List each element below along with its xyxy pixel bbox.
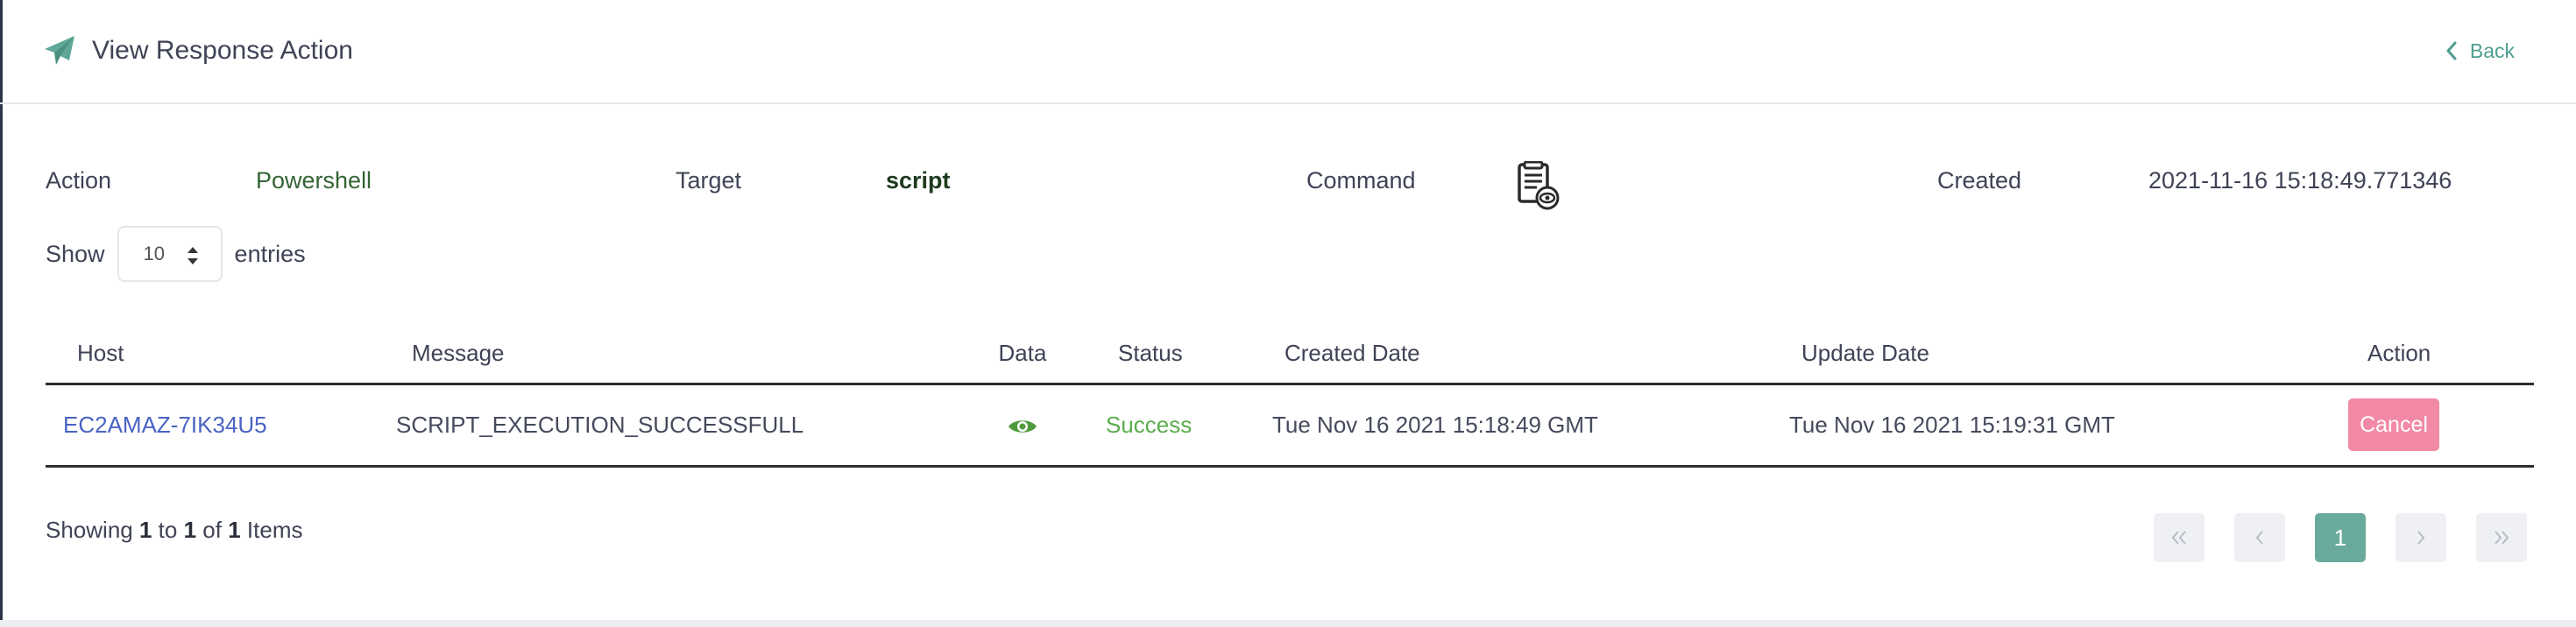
command-label: Command (1306, 167, 1416, 194)
entries-select[interactable]: 10 (117, 226, 223, 282)
message-cell: SCRIPT_EXECUTION_SUCCESSFULL (396, 384, 939, 468)
showing-prefix: Showing (46, 517, 133, 543)
page-1-button[interactable]: 1 (2315, 513, 2366, 562)
back-button[interactable]: Back (2445, 37, 2515, 65)
status-text: Success (1106, 411, 1192, 438)
chevron-left-icon (2446, 41, 2457, 60)
showing-from: 1 (138, 517, 152, 543)
action-info-row: Action Powershell Target script Command … (0, 165, 2576, 200)
showing-to-word: to (158, 517, 178, 543)
eye-icon[interactable] (1008, 417, 1037, 436)
host-cell: EC2AMAZ-7IK34U5 (46, 384, 396, 468)
paper-plane-icon (45, 36, 74, 65)
chevron-right-icon (2417, 531, 2425, 545)
action-value: Powershell (256, 167, 372, 194)
column-header-status[interactable]: Status (1106, 324, 1272, 385)
response-table: Host Message Data Status Created Date Up… (46, 324, 2534, 468)
status-cell: Success (1106, 384, 1272, 468)
cancel-button[interactable]: Cancel (2348, 398, 2439, 451)
column-header-update-date[interactable]: Update Date (1789, 324, 2306, 385)
action-cell: Cancel (2306, 384, 2534, 468)
created-label: Created (1937, 167, 2022, 194)
page-header: View Response Action Back (0, 0, 2576, 104)
target-label: Target (676, 167, 742, 194)
sort-arrows-icon (187, 247, 198, 264)
showing-to: 1 (183, 517, 197, 543)
action-label: Action (46, 167, 112, 194)
previous-page-button[interactable] (2234, 513, 2285, 562)
entries-length-control: Show 10 entries (46, 226, 306, 282)
data-cell (939, 384, 1106, 468)
column-header-message[interactable]: Message (396, 324, 939, 385)
entries-label: entries (234, 240, 306, 267)
column-header-action[interactable]: Action (2306, 324, 2534, 385)
update-date-cell: Tue Nov 16 2021 15:19:31 GMT (1789, 384, 2306, 468)
table-header-row: Host Message Data Status Created Date Up… (46, 324, 2534, 385)
host-link[interactable]: EC2AMAZ-7IK34U5 (63, 412, 267, 438)
column-header-data[interactable]: Data (939, 324, 1106, 385)
pagination: 1 (2154, 513, 2527, 562)
next-page-button[interactable] (2396, 513, 2446, 562)
double-chevron-right-icon (2495, 531, 2509, 545)
column-header-created-date[interactable]: Created Date (1272, 324, 1789, 385)
chevron-left-icon (2255, 531, 2263, 545)
entries-select-value: 10 (143, 243, 166, 264)
showing-items-word: Items (246, 517, 303, 543)
first-page-button[interactable] (2154, 513, 2204, 562)
showing-of-word: of (202, 517, 222, 543)
show-label: Show (46, 240, 105, 267)
showing-total: 1 (228, 517, 241, 543)
created-date-cell: Tue Nov 16 2021 15:18:49 GMT (1272, 384, 1789, 468)
last-page-button[interactable] (2476, 513, 2527, 562)
table-row: EC2AMAZ-7IK34U5 SCRIPT_EXECUTION_SUCCESS… (46, 384, 2534, 468)
back-label: Back (2469, 39, 2515, 62)
column-header-host[interactable]: Host (46, 324, 396, 385)
script-view-icon[interactable] (1516, 161, 1560, 210)
showing-summary: Showing 1 to 1 of 1 Items (46, 515, 303, 545)
page-title: View Response Action (92, 36, 353, 65)
double-chevron-left-icon (2171, 531, 2186, 545)
bottom-strip (0, 620, 2576, 627)
created-value: 2021-11-16 15:18:49.771346 (2148, 167, 2452, 194)
target-value: script (886, 167, 951, 194)
